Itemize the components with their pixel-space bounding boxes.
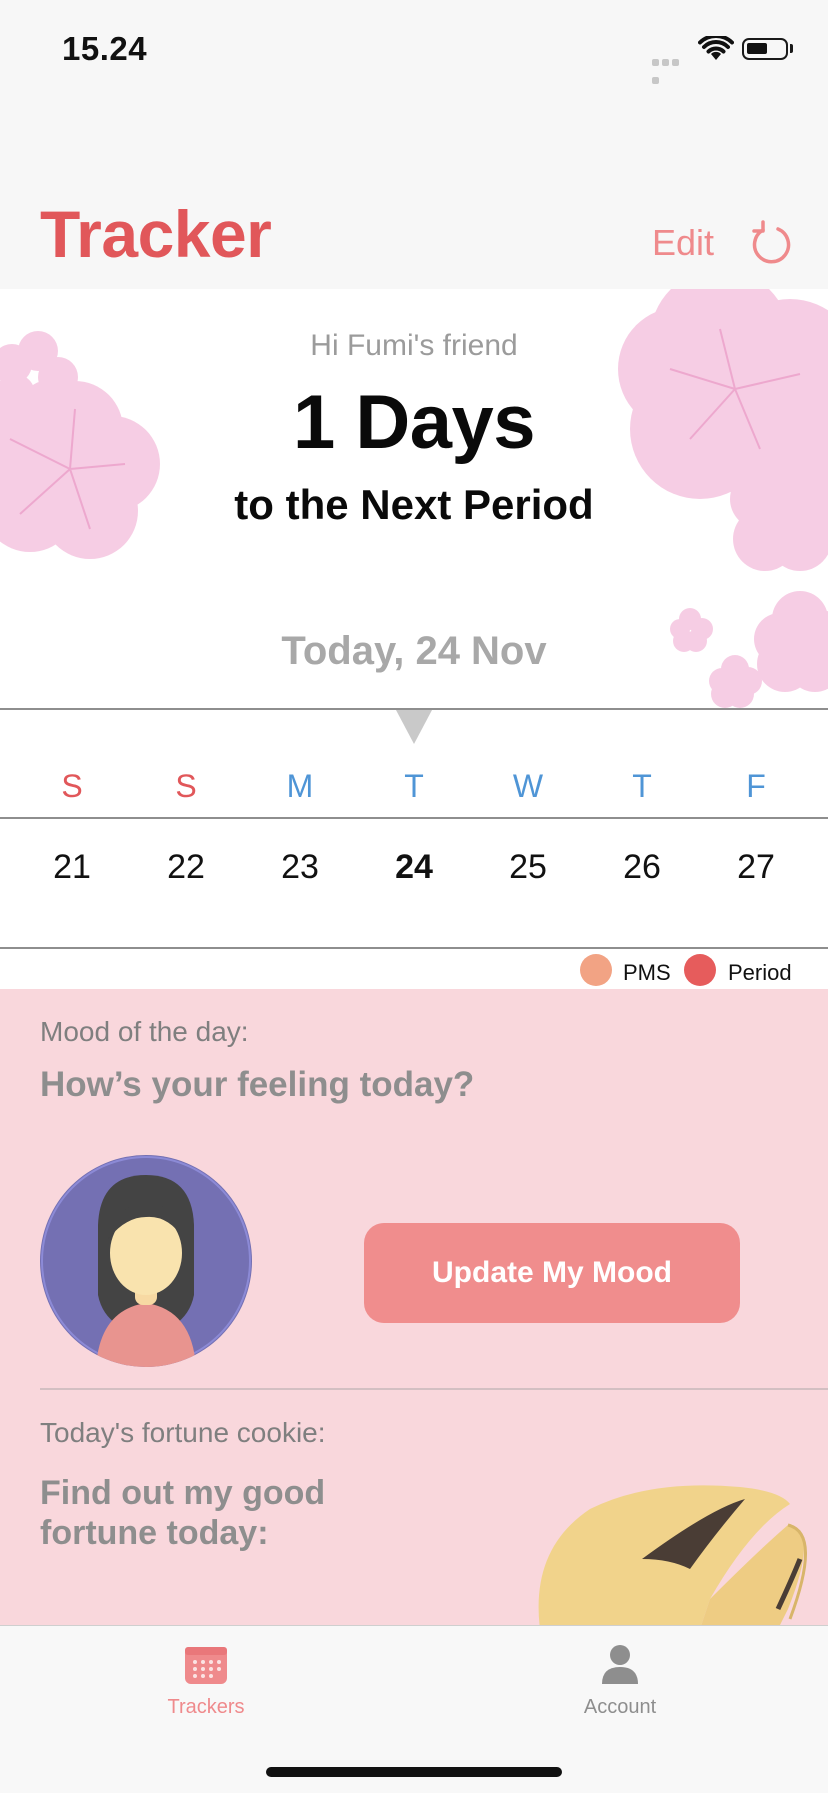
refresh-icon[interactable] bbox=[750, 218, 792, 264]
countdown-card: Hi Fumi's friend 1 Days to the Next Peri… bbox=[0, 289, 828, 708]
legend-pms-label: PMS bbox=[623, 960, 671, 985]
legend-period-label: Period bbox=[728, 960, 792, 985]
mood-question: How’s your feeling today? bbox=[40, 1065, 475, 1104]
date-cell[interactable]: 21 bbox=[15, 848, 129, 887]
person-icon bbox=[602, 1645, 638, 1684]
update-mood-button[interactable]: Update My Mood bbox=[364, 1223, 740, 1323]
date-cell[interactable]: 27 bbox=[699, 848, 813, 887]
calendar-icon bbox=[185, 1647, 227, 1684]
wifi-icon bbox=[698, 36, 734, 60]
weekday-sun: S bbox=[61, 768, 83, 804]
mood-section: Mood of the day: How’s your feeling toda… bbox=[0, 989, 828, 1625]
days-caption: to the Next Period bbox=[234, 481, 594, 528]
fortune-label: Today's fortune cookie: bbox=[40, 1417, 326, 1448]
weekday-sat: S bbox=[175, 768, 197, 804]
weekday-thu: T bbox=[632, 768, 652, 804]
period-dot-icon bbox=[684, 954, 716, 986]
mood-label: Mood of the day: bbox=[40, 1016, 249, 1047]
avatar[interactable] bbox=[40, 1155, 252, 1367]
tab-account[interactable]: Account bbox=[520, 1643, 720, 1719]
status-time: 15.24 bbox=[62, 30, 148, 67]
pms-dot-icon bbox=[580, 954, 612, 986]
days-count: 1 Days bbox=[292, 380, 536, 465]
weekday-fri: F bbox=[746, 768, 766, 804]
date-cell[interactable]: 22 bbox=[129, 848, 243, 887]
battery-icon bbox=[742, 38, 788, 60]
tab-trackers[interactable]: Trackers bbox=[106, 1643, 306, 1719]
date-cell[interactable]: 25 bbox=[471, 848, 585, 887]
weekday-tue: T bbox=[404, 768, 424, 804]
calendar-legend: PMS Period bbox=[0, 951, 828, 989]
avatar-girl-icon bbox=[41, 1156, 251, 1367]
section-divider bbox=[40, 1388, 828, 1390]
home-indicator bbox=[266, 1767, 562, 1777]
weekday-row: S S M T W T F bbox=[0, 768, 828, 805]
calendar-mid-line bbox=[0, 817, 828, 819]
tab-trackers-label: Trackers bbox=[167, 1696, 245, 1718]
date-row: 21 22 23 24 25 26 27 bbox=[0, 848, 828, 887]
today-pointer-icon bbox=[396, 710, 432, 744]
battery-tip bbox=[790, 44, 793, 53]
fortune-cookie-icon[interactable] bbox=[530, 1459, 828, 1625]
tab-account-label: Account bbox=[583, 1696, 657, 1718]
greeting-text: Hi Fumi's friend bbox=[310, 329, 518, 362]
date-cell[interactable]: 26 bbox=[585, 848, 699, 887]
date-cell-today[interactable]: 24 bbox=[357, 848, 471, 887]
week-calendar: S S M T W T F 21 22 23 24 25 26 27 bbox=[0, 708, 828, 988]
signal-icon bbox=[652, 53, 690, 84]
date-cell[interactable]: 23 bbox=[243, 848, 357, 887]
edit-button[interactable]: Edit bbox=[652, 222, 714, 264]
page-title: Tracker bbox=[40, 197, 272, 271]
weekday-wed: W bbox=[512, 768, 544, 804]
calendar-bottom-line bbox=[0, 947, 828, 949]
fortune-question[interactable]: Find out my good fortune today: bbox=[40, 1473, 380, 1553]
today-label: Today, 24 Nov bbox=[281, 629, 547, 673]
weekday-mon: M bbox=[286, 768, 314, 804]
